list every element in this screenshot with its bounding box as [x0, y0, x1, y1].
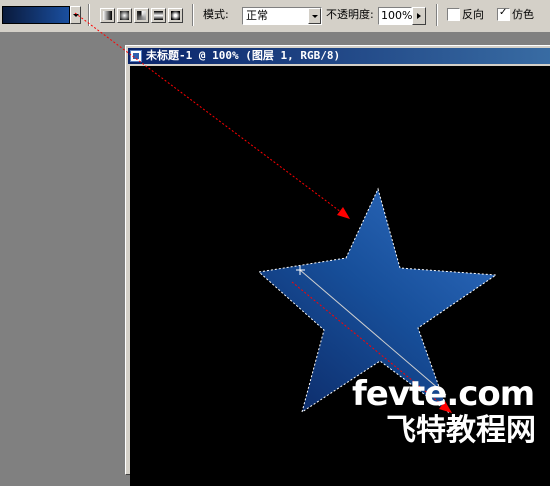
options-toolbar: 模式: 正常 不透明度: 100% 反向 ✓ 仿色: [0, 0, 550, 33]
diamond-gradient-icon: [171, 11, 180, 20]
toolbar-separator: [192, 4, 194, 26]
dither-label: 仿色: [512, 8, 534, 21]
checkmark-icon: ✓: [499, 7, 508, 18]
opacity-value: 100%: [381, 9, 413, 22]
document-title: 未标题-1 @ 100% (图层 1, RGB/8): [146, 49, 341, 62]
diamond-gradient-button[interactable]: [168, 8, 183, 23]
reverse-label: 反向: [462, 8, 484, 21]
photoshop-document-icon: [130, 50, 142, 62]
radial-gradient-icon: [120, 11, 129, 20]
opacity-slider-button[interactable]: [412, 7, 426, 25]
radial-gradient-button[interactable]: [117, 8, 132, 23]
mode-select[interactable]: 正常: [242, 7, 322, 25]
mode-dropdown-button[interactable]: [308, 8, 321, 24]
linear-gradient-button[interactable]: [100, 8, 115, 23]
triangle-right-icon: [417, 13, 421, 19]
opacity-input[interactable]: 100%: [378, 7, 412, 25]
chevron-down-icon: [73, 14, 79, 17]
gradient-picker-swatch[interactable]: [2, 6, 70, 24]
chevron-down-icon: [312, 15, 318, 18]
toolbar-separator: [88, 4, 90, 26]
document-title-bar[interactable]: 未标题-1 @ 100% (图层 1, RGB/8): [128, 48, 550, 64]
watermark-site-name: 飞特教程网: [386, 413, 536, 448]
gradient-picker-dropdown-button[interactable]: [70, 6, 81, 24]
reflected-gradient-icon: [154, 11, 163, 20]
toolbar-separator: [436, 4, 438, 26]
angle-gradient-button[interactable]: [134, 8, 149, 23]
reverse-checkbox[interactable]: [447, 8, 460, 21]
dither-checkbox[interactable]: ✓: [497, 7, 510, 21]
opacity-label: 不透明度:: [326, 8, 374, 21]
linear-gradient-icon: [103, 11, 112, 20]
mode-select-value: 正常: [246, 9, 268, 22]
mode-label: 模式:: [203, 8, 229, 21]
reflected-gradient-button[interactable]: [151, 8, 166, 23]
angle-gradient-icon: [137, 11, 146, 20]
watermark-domain: fevte.com: [352, 374, 535, 414]
